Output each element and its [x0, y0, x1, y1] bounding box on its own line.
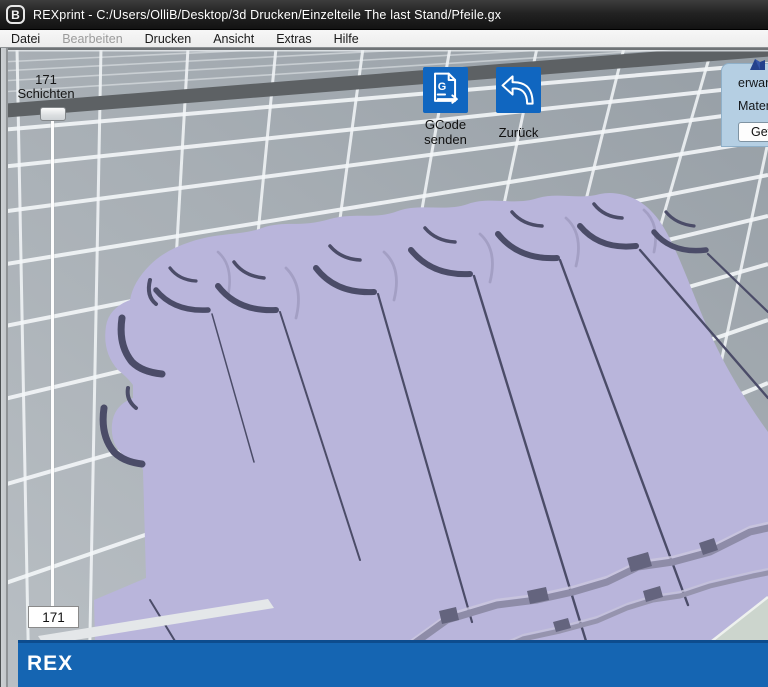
app-logo-icon: B: [6, 5, 25, 24]
menu-item-drucken[interactable]: Drucken: [134, 30, 203, 48]
brand-logo-text: REX: [27, 652, 73, 676]
model-body: [94, 193, 768, 641]
menu-bar: Datei Bearbeiten Drucken Ansicht Extras …: [0, 30, 768, 48]
gcode-send-button[interactable]: G: [423, 67, 468, 113]
printer-icon: [748, 56, 768, 72]
title-bar[interactable]: B REXprint - C:/Users/OlliB/Desktop/3d D…: [0, 0, 768, 30]
weight-button[interactable]: Gewicht: [738, 122, 768, 142]
menu-item-ansicht[interactable]: Ansicht: [202, 30, 265, 48]
layer-count-label: 171 Schichten: [6, 73, 86, 100]
info-line-expected: erwartete: [738, 76, 768, 90]
layer-slider-track[interactable]: [51, 119, 54, 608]
gcode-file-icon: G: [425, 69, 466, 111]
viewport-top-highlight: [0, 50, 768, 52]
menu-item-hilfe[interactable]: Hilfe: [323, 30, 370, 48]
layer-value-box[interactable]: 171: [28, 606, 79, 628]
menu-item-datei[interactable]: Datei: [0, 30, 51, 48]
window-title: REXprint - C:/Users/OlliB/Desktop/3d Dru…: [33, 8, 501, 22]
back-button[interactable]: [496, 67, 541, 113]
viewport-3d[interactable]: [0, 48, 768, 687]
menu-item-bearbeiten[interactable]: Bearbeiten: [51, 30, 133, 48]
status-bar: REX: [18, 640, 768, 687]
layer-slider-handle[interactable]: [40, 107, 66, 121]
info-panel: erwartete Material Gewicht: [721, 63, 768, 147]
menu-item-extras[interactable]: Extras: [265, 30, 322, 48]
model-3d[interactable]: [94, 193, 768, 650]
back-label: Zurück: [492, 125, 545, 140]
info-line-material: Material: [738, 99, 768, 113]
layer-count-value: 171: [6, 73, 86, 87]
viewport-top-border: [0, 48, 768, 50]
gcode-send-label: GCode senden: [405, 117, 486, 147]
svg-text:G: G: [438, 81, 447, 93]
back-arrow-icon: [498, 69, 539, 111]
window-left-border: [0, 48, 8, 687]
layer-count-unit: Schichten: [6, 87, 86, 101]
